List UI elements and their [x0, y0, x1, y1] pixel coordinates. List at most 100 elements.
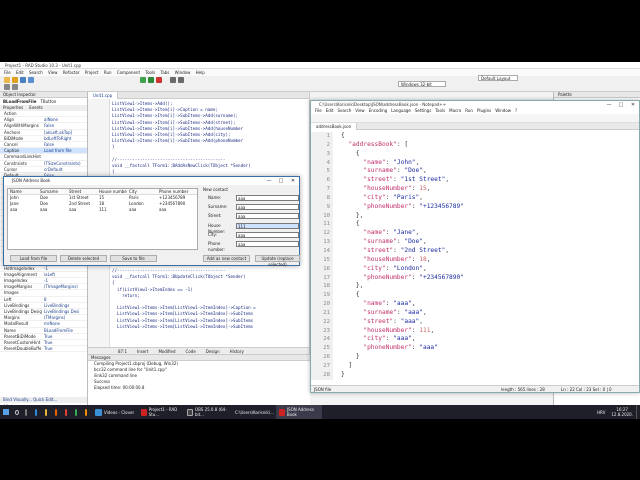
- notepad-menu-item[interactable]: Edit: [326, 108, 334, 113]
- notepad-menu-item[interactable]: Macro: [449, 108, 461, 113]
- notepad-text-area[interactable]: { "addressBook": [ { "name": "John", "su…: [341, 132, 639, 380]
- notepad-menu-item[interactable]: File: [315, 108, 322, 113]
- media-icon[interactable]: [72, 405, 82, 419]
- step-over-icon[interactable]: [170, 77, 176, 83]
- property-value[interactable]: iaLeft: [44, 272, 87, 277]
- property-value[interactable]: (TSizeConstraints): [44, 161, 87, 166]
- property-value[interactable]: mrNone: [44, 321, 87, 326]
- property-value[interactable]: True: [44, 340, 87, 345]
- property-value[interactable]: (TImageMargins): [44, 284, 87, 289]
- redo-icon[interactable]: [12, 84, 18, 90]
- firefox-icon[interactable]: [52, 405, 62, 419]
- run-without-debug-icon[interactable]: [148, 77, 154, 83]
- menu-view[interactable]: View: [48, 70, 58, 75]
- maximize-icon[interactable]: □: [615, 101, 627, 109]
- table-row[interactable]: aaa aaa aaa 111 aaa aaa: [8, 207, 197, 213]
- property-value[interactable]: [44, 290, 87, 295]
- save-icon[interactable]: [20, 77, 26, 83]
- property-value[interactable]: [akLeft,akTop]: [44, 130, 87, 135]
- column-city[interactable]: City: [127, 189, 157, 194]
- add-as-new-contact-button[interactable]: Add as new contact: [203, 255, 250, 262]
- taskbar-videos-clover[interactable]: Videos - Clover: [92, 405, 138, 419]
- property-value[interactable]: BLoadFromFile: [44, 328, 87, 333]
- property-value[interactable]: False: [44, 123, 87, 128]
- save-to-file-button[interactable]: Save to file: [110, 255, 157, 262]
- new-file-icon[interactable]: [4, 77, 10, 83]
- property-value[interactable]: Load from file: [44, 148, 87, 153]
- notepad-menu-item[interactable]: Search: [337, 108, 351, 113]
- property-value[interactable]: bdLeftToRight: [44, 136, 87, 141]
- contacts-list-view[interactable]: Name Surname Street House number City Ph…: [7, 188, 198, 250]
- field-input[interactable]: 111: [236, 222, 299, 229]
- notepad-menu-item[interactable]: ?: [515, 108, 517, 113]
- property-value[interactable]: -1: [44, 266, 87, 271]
- field-input[interactable]: aaa: [236, 195, 299, 201]
- property-value[interactable]: 8: [44, 297, 87, 302]
- property-value[interactable]: alNone: [44, 117, 87, 122]
- taskbar-obs[interactable]: OBS 25.0.8 (64-bit...: [184, 405, 230, 419]
- property-value[interactable]: LiveBindings Desi: [44, 309, 87, 314]
- column-phone-number[interactable]: Phone number: [157, 189, 197, 194]
- notepad-menu-item[interactable]: Encoding: [369, 108, 387, 113]
- column-surname[interactable]: Surname: [38, 189, 67, 194]
- taskbar-rad-studio[interactable]: Project1 - RAD Stu...: [138, 405, 184, 419]
- property-value[interactable]: [44, 111, 87, 116]
- notepad-menu-item[interactable]: Tools: [435, 108, 445, 113]
- delete-selected-button[interactable]: Delete selected: [60, 255, 107, 262]
- menu-edit[interactable]: Edit: [16, 70, 24, 75]
- taskbar-json-address-book[interactable]: JSON Address Book: [276, 405, 322, 419]
- property-value[interactable]: (TMargins): [44, 315, 87, 320]
- menu-refactor[interactable]: Refactor: [63, 70, 80, 75]
- property-value[interactable]: True: [44, 334, 87, 339]
- show-desktop-button[interactable]: [636, 405, 640, 419]
- notepad-menu-item[interactable]: Language: [391, 108, 411, 113]
- menu-file[interactable]: File: [4, 70, 11, 75]
- object-selector[interactable]: BLoadFromFile TButton: [0, 98, 87, 105]
- menu-help[interactable]: Help: [196, 70, 205, 75]
- notepad-menu-item[interactable]: View: [355, 108, 365, 113]
- undo-icon[interactable]: [4, 84, 10, 90]
- column-street[interactable]: Street: [67, 189, 97, 194]
- maximize-icon[interactable]: □: [275, 177, 287, 185]
- property-value[interactable]: LiveBindings: [44, 303, 87, 308]
- task-view-icon[interactable]: [22, 405, 32, 419]
- property-value[interactable]: False: [44, 142, 87, 147]
- menu-tools[interactable]: Tools: [145, 70, 155, 75]
- taskbar-notepad[interactable]: C:\Users\Korisnik\...: [230, 405, 276, 419]
- close-icon[interactable]: ✕: [287, 177, 299, 185]
- notepad-menu-item[interactable]: Window: [495, 108, 511, 113]
- menu-project[interactable]: Project: [85, 70, 99, 75]
- bind-visually-link[interactable]: Bind Visually... Quick Edit...: [0, 397, 87, 403]
- minimize-icon[interactable]: —: [603, 101, 615, 109]
- field-input[interactable]: aaa: [236, 231, 299, 238]
- property-row[interactable]: ParentDoubleBuffe True: [0, 346, 87, 353]
- run-icon[interactable]: [140, 77, 146, 83]
- language-indicator[interactable]: HRV: [594, 405, 608, 419]
- field-input[interactable]: aaa: [236, 204, 299, 211]
- open-folder-icon[interactable]: [12, 77, 18, 83]
- chrome-icon[interactable]: [62, 405, 72, 419]
- stop-icon[interactable]: [156, 77, 162, 83]
- menu-component[interactable]: Component: [117, 70, 140, 75]
- menu-search[interactable]: Search: [29, 70, 43, 75]
- notepad-menu-item[interactable]: Plugins: [477, 108, 491, 113]
- close-icon[interactable]: ✕: [627, 101, 639, 109]
- property-value[interactable]: [44, 154, 87, 159]
- notepad-menu-item[interactable]: Settings: [415, 108, 431, 113]
- field-input[interactable]: aaa: [236, 213, 299, 220]
- step-into-icon[interactable]: [178, 77, 184, 83]
- minimize-icon[interactable]: —: [263, 177, 275, 185]
- update-button[interactable]: Update (replace selected): [255, 255, 300, 267]
- save-all-icon[interactable]: [28, 77, 34, 83]
- file-explorer-icon[interactable]: [42, 405, 52, 419]
- vlc-icon[interactable]: [82, 405, 92, 419]
- column-house-number[interactable]: House number: [97, 189, 127, 194]
- clock[interactable]: 16:27 12.8.2020.: [608, 405, 636, 419]
- platform-selector[interactable]: Windows 32-bit: [398, 81, 446, 87]
- menu-run[interactable]: Run: [104, 70, 112, 75]
- load-from-file-button[interactable]: Load from file: [10, 255, 57, 262]
- menu-window[interactable]: Window: [175, 70, 191, 75]
- notepad-menu-item[interactable]: Run: [465, 108, 473, 113]
- start-icon[interactable]: [0, 405, 12, 419]
- field-input[interactable]: aaa: [236, 241, 299, 247]
